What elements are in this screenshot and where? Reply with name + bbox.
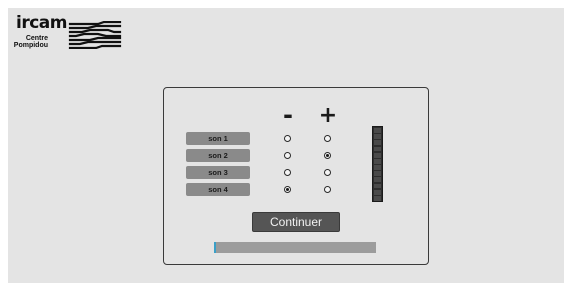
son-1-button[interactable]: son 1 [186, 132, 250, 145]
meter-segment [374, 183, 381, 189]
meter-segment [374, 128, 381, 133]
level-meter [372, 126, 383, 202]
progress-bar-fill [214, 242, 216, 253]
son-2-minus-radio[interactable] [284, 152, 291, 159]
meter-segment [374, 195, 381, 201]
logo-line-pompidou: Pompidou [13, 42, 48, 49]
meter-segment [374, 146, 381, 152]
meter-segment [374, 158, 381, 164]
son-4-button[interactable]: son 4 [186, 183, 250, 196]
logo-wordmark: ircam [16, 13, 67, 33]
logo-line-centre: Centre [25, 35, 48, 42]
minus-column-header: - [283, 101, 293, 129]
continue-button[interactable]: Continuer [252, 212, 340, 232]
son-4-plus-radio[interactable] [324, 186, 331, 193]
son-1-plus-radio[interactable] [324, 135, 331, 142]
son-3-button[interactable]: son 3 [186, 166, 250, 179]
son-2-button[interactable]: son 2 [186, 149, 250, 162]
meter-segment [374, 165, 381, 170]
app-stage: ircam Centre Pompidou - + son 1 son 2 so… [8, 8, 564, 283]
meter-segment [374, 177, 381, 183]
meter-segment [374, 189, 381, 195]
ircam-stripes-icon [68, 21, 122, 49]
plus-column-header: + [318, 103, 338, 128]
son-4-minus-radio[interactable] [284, 186, 291, 193]
meter-segment [374, 140, 381, 146]
son-2-plus-radio[interactable] [324, 152, 331, 159]
meter-segment [374, 152, 381, 158]
test-panel: - + son 1 son 2 son 3 son 4 Continuer [163, 87, 429, 265]
son-1-minus-radio[interactable] [284, 135, 291, 142]
meter-segment [374, 134, 381, 140]
meter-segment [374, 171, 381, 177]
progress-bar [214, 242, 376, 253]
son-3-plus-radio[interactable] [324, 169, 331, 176]
son-3-minus-radio[interactable] [284, 169, 291, 176]
